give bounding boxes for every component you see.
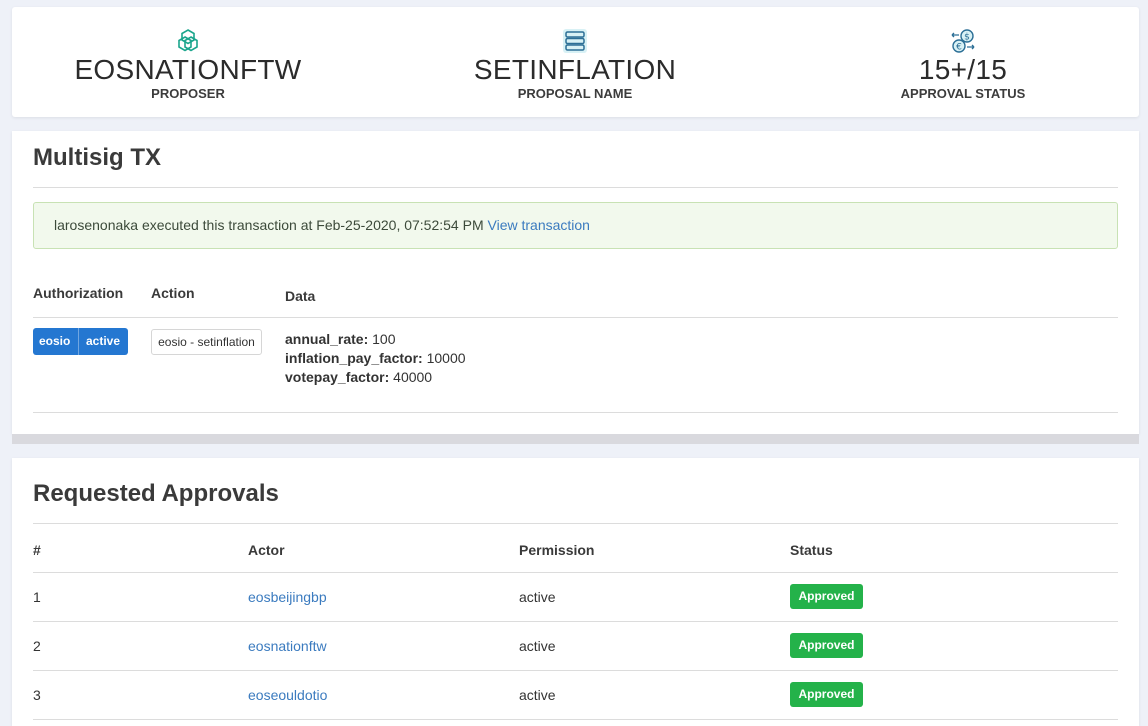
proposer-value: EOSNATIONFTW [74, 54, 302, 85]
col-header-actor: Actor [248, 542, 285, 558]
divider [33, 412, 1118, 413]
execution-alert-text: larosenonaka executed this transaction a… [54, 217, 488, 233]
actor-link[interactable]: eosnationftw [248, 638, 327, 654]
status-badge: Approved [790, 584, 863, 609]
proposal-name-label: PROPOSAL NAME [517, 86, 633, 101]
action-data: annual_rate: 100 inflation_pay_factor: 1… [285, 330, 466, 387]
status-badge: Approved [790, 682, 863, 707]
data-line-inflation-pay-factor: inflation_pay_factor: 10000 [285, 350, 466, 366]
divider [33, 572, 1118, 573]
data-line-annual-rate: annual_rate: 100 [285, 331, 396, 347]
auth-permission: active [86, 334, 121, 348]
authorization-header: Authorization [33, 285, 124, 301]
view-transaction-link[interactable]: View transaction [488, 217, 590, 233]
hexagon-cubes-icon [178, 29, 198, 52]
approval-status-value: 15+/15 [918, 54, 1008, 85]
divider [33, 187, 1118, 188]
divider [33, 719, 1118, 720]
divider [33, 317, 1118, 318]
auth-actor: eosio [39, 334, 71, 348]
row-num: 1 [33, 589, 41, 605]
col-header-permission: Permission [519, 542, 595, 558]
requested-approvals-card: Requested Approvals # Actor Permission S… [12, 458, 1139, 726]
row-permission: active [519, 687, 556, 703]
authorization-badge: eosio active [33, 328, 128, 355]
svg-text:€: € [956, 43, 962, 53]
approval-status-label: APPROVAL STATUS [900, 86, 1026, 101]
execution-alert: larosenonaka executed this transaction a… [33, 202, 1118, 249]
currency-exchange-icon: $ € [951, 29, 975, 53]
row-permission: active [519, 638, 556, 654]
multisig-tx-card: Multisig TX larosenonaka executed this t… [12, 131, 1139, 434]
data-line-votepay-factor: votepay_factor: 40000 [285, 369, 433, 385]
actor-link[interactable]: eoseouldotio [248, 687, 327, 703]
row-num: 2 [33, 638, 41, 654]
multisig-tx-title: Multisig TX [33, 144, 161, 171]
action-header: Action [151, 285, 195, 301]
row-permission: active [519, 589, 556, 605]
col-header-num: # [33, 542, 41, 558]
action-badge: eosio - setinflation [151, 329, 262, 355]
divider [33, 670, 1118, 671]
badge-separator [78, 328, 79, 355]
proposal-name-value: SETINFLATION [473, 54, 677, 85]
row-num: 3 [33, 687, 41, 703]
actor-link[interactable]: eosbeijingbp [248, 589, 327, 605]
col-header-status: Status [790, 542, 833, 558]
proposer-label: PROPOSER [151, 86, 225, 101]
requested-approvals-title: Requested Approvals [33, 480, 279, 507]
server-icon [563, 29, 587, 53]
proposal-summary-card: EOSNATIONFTW PROPOSER SETINFLATION PROPO… [12, 7, 1139, 117]
status-badge: Approved [790, 633, 863, 658]
card-footer-bar [12, 434, 1139, 444]
data-header: Data [285, 288, 316, 304]
divider [33, 523, 1118, 524]
svg-text:$: $ [964, 33, 970, 43]
divider [33, 621, 1118, 622]
